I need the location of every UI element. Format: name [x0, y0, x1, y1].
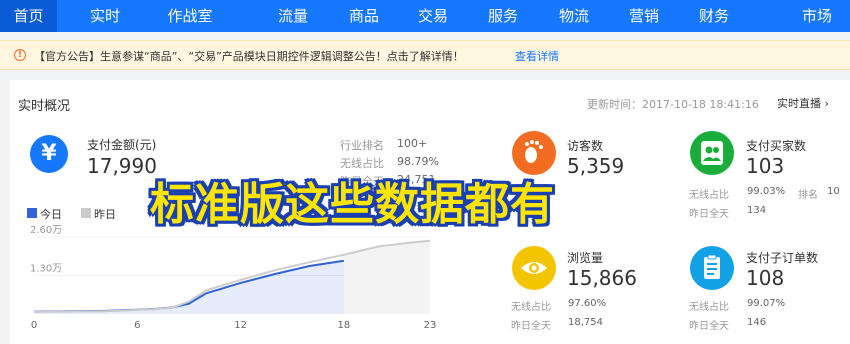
sub-orders-value: 108 [746, 266, 785, 290]
user-group-icon [690, 131, 734, 175]
pageviews-yesterday-value: 18,754 [568, 317, 603, 328]
paying-buyers-wireless-label: 无线占比 [689, 190, 729, 201]
paying-buyers-rank-value: 10 [827, 186, 840, 197]
x-tick-label: 6 [134, 320, 140, 331]
x-tick-label: 23 [424, 320, 437, 331]
pageviews-wireless-label: 无线占比 [511, 302, 551, 313]
paying-buyers-value: 103 [746, 154, 785, 178]
sub-orders-yesterday-value: 146 [747, 317, 767, 328]
visitors-value: 5,359 [567, 154, 625, 178]
pageviews-label: 浏览量 [567, 251, 604, 265]
y-tick-label: 1.30万 [30, 264, 62, 275]
x-tick-label: 18 [338, 320, 351, 331]
y-tick-label: 2.60万 [30, 225, 62, 236]
paying-buyers-rank-label: 排名 [798, 190, 818, 201]
order-icon [690, 246, 734, 290]
x-tick-label: 0 [31, 320, 37, 331]
x-tick-label: 12 [234, 320, 247, 331]
sub-orders-label: 支付子订单数 [746, 251, 819, 265]
paying-buyers-yesterday-value: 134 [747, 205, 767, 216]
promo-overlay-caption: 标准版这些数据都有 [150, 179, 555, 230]
paying-buyers-yesterday-label: 昨日全天 [689, 209, 729, 220]
paying-buyers-label: 支付买家数 [746, 139, 807, 153]
pageviews-yesterday-label: 昨日全天 [511, 321, 551, 332]
sub-orders-yesterday-label: 昨日全天 [689, 321, 729, 332]
sub-orders-wireless-value: 99.07% [747, 298, 786, 309]
eye-icon [512, 246, 556, 290]
paying-buyers-wireless-value: 99.03% [747, 186, 786, 197]
pageviews-wireless-value: 97.60% [568, 298, 607, 309]
visitors-label: 访客数 [567, 139, 604, 153]
sub-orders-wireless-label: 无线占比 [689, 302, 729, 313]
pageviews-value: 15,866 [567, 266, 637, 290]
